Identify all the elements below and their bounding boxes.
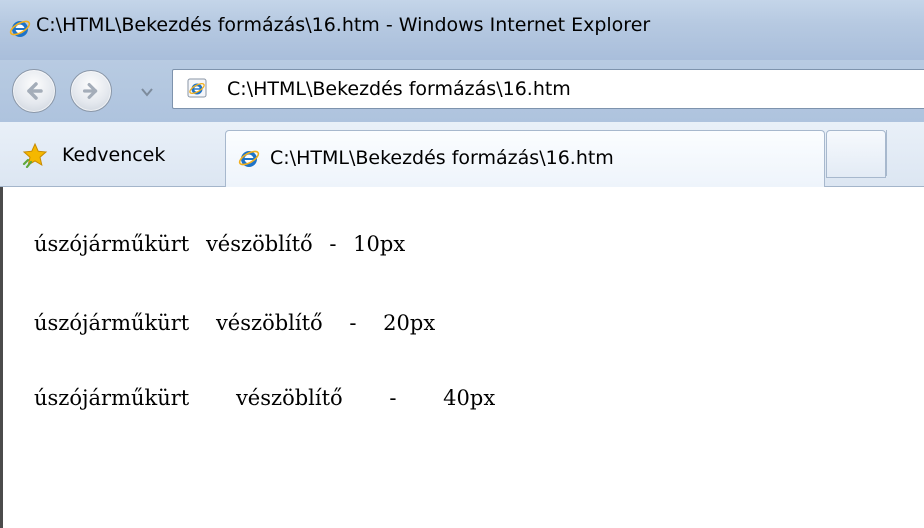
word: vészöblítő	[235, 386, 343, 410]
back-arrow-icon	[27, 82, 43, 100]
forward-button[interactable]	[70, 70, 112, 112]
browser-window: C:\HTML\Bekezdés formázás\16.htm - Windo…	[0, 0, 924, 528]
back-button[interactable]	[12, 69, 56, 113]
tab-label: C:\HTML\Bekezdés formázás\16.htm	[270, 147, 614, 169]
title-bar: C:\HTML\Bekezdés formázás\16.htm - Windo…	[0, 0, 924, 60]
url-text: C:\HTML\Bekezdés formázás\16.htm	[227, 78, 571, 100]
forward-arrow-icon	[82, 82, 98, 100]
word: úszójárműkürt	[34, 232, 190, 256]
ie-icon	[9, 17, 31, 39]
star-icon	[22, 142, 48, 169]
chevron-down-icon[interactable]	[141, 87, 153, 97]
page-content: úszójárműkürt vészöblítő - 10px úszójárm…	[0, 187, 924, 528]
favorites-label: Kedvencek	[62, 144, 166, 166]
tab-divider	[886, 130, 887, 176]
paragraph-20px: úszójárműkürt vészöblítő - 20px	[34, 311, 435, 335]
word: vészöblítő	[205, 232, 313, 256]
word: 20px	[383, 311, 436, 335]
word: 40px	[443, 386, 496, 410]
word: -	[329, 232, 337, 256]
ie-icon	[238, 147, 260, 169]
word: 10px	[353, 232, 406, 256]
page-icon	[187, 78, 207, 98]
new-tab-button[interactable]	[826, 130, 886, 178]
word: úszójárműkürt	[34, 311, 190, 335]
window-title: C:\HTML\Bekezdés formázás\16.htm - Windo…	[36, 14, 651, 36]
word: úszójárműkürt	[34, 386, 190, 410]
word: vészöblítő	[215, 311, 323, 335]
tab-active[interactable]: C:\HTML\Bekezdés formázás\16.htm	[225, 130, 825, 187]
paragraph-10px: úszójárműkürt vészöblítő - 10px	[34, 232, 405, 256]
address-field[interactable]: C:\HTML\Bekezdés formázás\16.htm	[172, 69, 924, 109]
tab-bar: Kedvencek C:\HTML\Bekezdés formázás\16.h…	[0, 122, 924, 187]
navigation-bar: C:\HTML\Bekezdés formázás\16.htm	[0, 60, 924, 122]
word: -	[389, 386, 397, 410]
paragraph-40px: úszójárműkürt vészöblítő - 40px	[34, 386, 495, 410]
word: -	[349, 311, 357, 335]
